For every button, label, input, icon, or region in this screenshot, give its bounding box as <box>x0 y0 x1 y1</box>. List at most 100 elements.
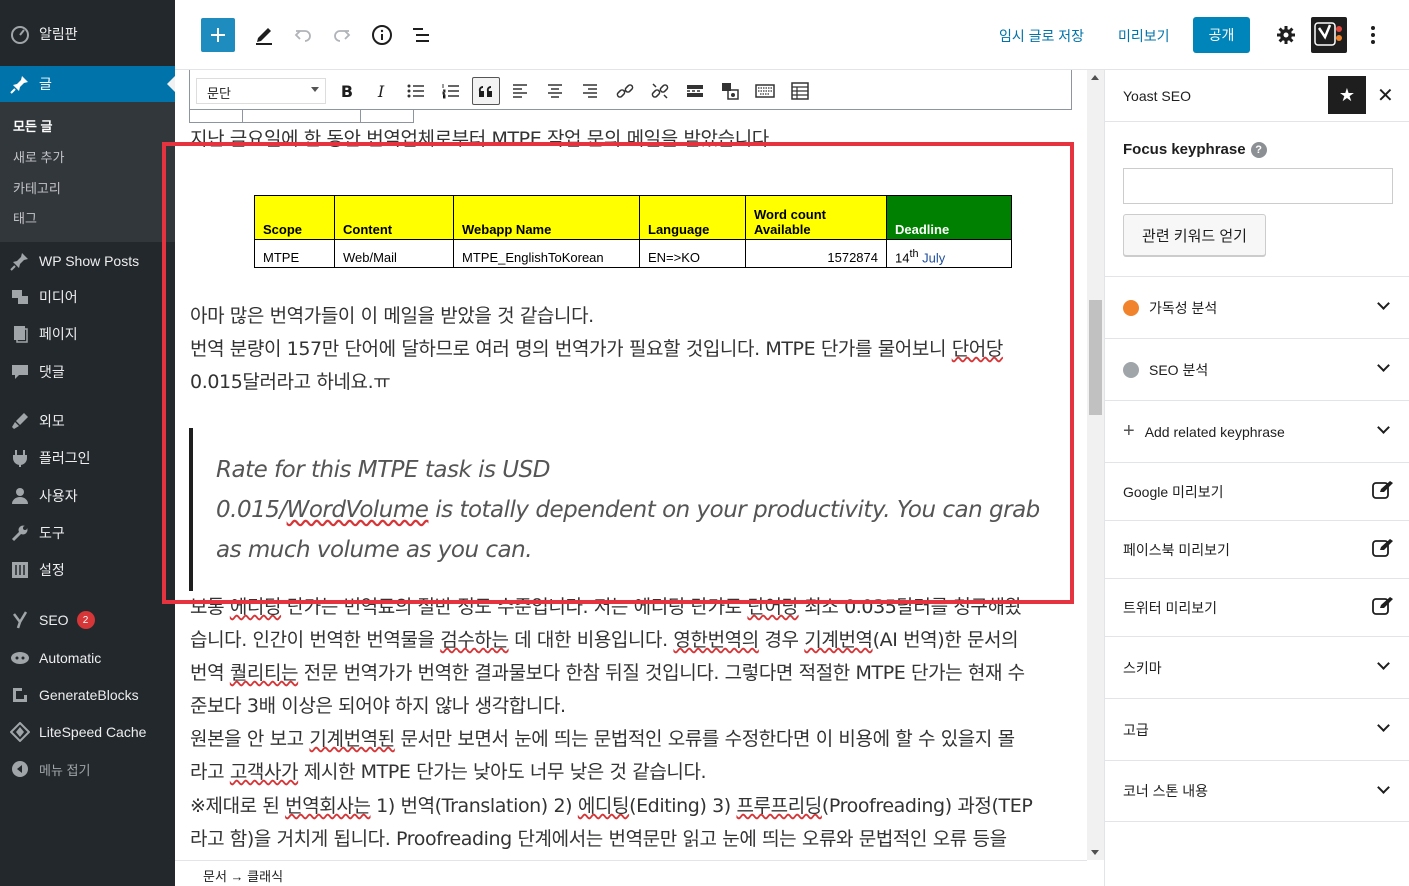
menu-pages[interactable]: 페이지 <box>0 316 175 352</box>
text-span: 문서만 보면서 눈에 띄는 문법적인 오류를 수정한다면 이 비용에 할 수 있… <box>394 728 1015 750</box>
numbered-list-icon <box>442 84 459 99</box>
add-block-button[interactable] <box>201 18 235 52</box>
menu-settings[interactable]: 설정 <box>0 552 175 588</box>
menu-appearance-label: 외모 <box>39 413 65 429</box>
paragraph[interactable]: 라고 고객사가 제시한 MTPE 단가는 낮아도 너무 낮은 것 같습니다. <box>190 756 1070 789</box>
undo-button[interactable] <box>286 18 320 52</box>
insert-link-button[interactable] <box>611 77 639 105</box>
pin-sidebar-button[interactable]: ★ <box>1328 76 1366 114</box>
editor-scrollbar[interactable] <box>1087 70 1104 860</box>
paragraph[interactable]: 원본을 안 보고 기계번역된 문서만 보면서 눈에 띄는 문법적인 오류를 수정… <box>190 723 1070 756</box>
table-header-cell: Content <box>334 195 454 240</box>
misspelled-word: WordVolume <box>286 497 429 523</box>
get-related-keyphrases-button[interactable]: 관련 키워드 얻기 <box>1123 214 1266 256</box>
intro-paragraph[interactable]: 지난 금요일에 한 동안 번역업체로부터 MTPE 작업 문의 메일을 받았습니… <box>190 123 1070 156</box>
bold-button[interactable]: B <box>333 77 361 105</box>
menu-plugins[interactable]: 플러그인 <box>0 440 175 476</box>
read-more-button[interactable] <box>681 77 709 105</box>
paragraph[interactable]: 번역 분량이 157만 단어에 달하므로 여러 명의 번역가가 필요할 것입니다… <box>190 333 1070 366</box>
details-button[interactable] <box>365 18 399 52</box>
text-span: 습니다. 인간이 번역한 번역물을 <box>190 629 441 651</box>
paragraph[interactable]: 번역 퀄리티는 전문 번역가가 번역한 결과물보다 한참 뒤질 것입니다. 그렇… <box>190 657 1070 690</box>
settings-button[interactable] <box>1269 18 1303 52</box>
scroll-down-icon[interactable] <box>1091 850 1099 855</box>
submenu-add-new[interactable]: 새로 추가 <box>13 147 64 166</box>
panel-advanced[interactable]: 고급 <box>1105 698 1409 760</box>
submenu-tags[interactable]: 태그 <box>13 208 37 227</box>
panel-seo-analysis[interactable]: SEO 분석 <box>1105 338 1409 400</box>
paragraph[interactable]: 습니다. 인간이 번역한 번역물을 검수하는 데 대한 비용입니다. 영한번역의… <box>190 624 1070 657</box>
misspelled-word: 퀄리티는 <box>229 662 299 684</box>
help-icon[interactable]: ? <box>1250 142 1267 159</box>
collapse-menu-button[interactable]: 메뉴 접기 <box>0 751 175 787</box>
preview-link[interactable]: 미리보기 <box>1118 26 1170 46</box>
redo-button[interactable] <box>325 18 359 52</box>
menu-wp-show-posts[interactable]: WP Show Posts <box>0 243 175 279</box>
menu-automatic[interactable]: Automatic <box>0 640 175 676</box>
undo-icon <box>294 30 311 42</box>
paragraph[interactable]: 0.015달러라고 하네요.ㅠ <box>190 366 1070 399</box>
submenu-categories[interactable]: 카테고리 <box>13 178 61 197</box>
menu-generateblocks[interactable]: GenerateBlocks <box>0 677 175 713</box>
unlink-icon <box>651 83 669 99</box>
table-cell-word-count: 1572874 <box>745 239 887 268</box>
blockquote-button[interactable] <box>472 77 500 105</box>
yoast-sidebar-toggle[interactable] <box>1311 17 1347 53</box>
menu-media[interactable]: 미디어 <box>0 279 175 315</box>
scroll-up-icon[interactable] <box>1091 75 1099 80</box>
paragraph[interactable]: 아마 많은 번역가들이 이 메일을 받았을 것 같습니다. <box>190 300 1070 333</box>
menu-pages-label: 페이지 <box>39 326 78 342</box>
paragraph[interactable]: 준보다 3배 이상은 되어야 하지 않나 생각합니다. <box>190 690 1070 723</box>
submenu-all-posts[interactable]: 모든 글 <box>13 116 53 135</box>
text-span: (Editing) 3) <box>629 795 737 817</box>
publish-button[interactable]: 공개 <box>1193 17 1250 53</box>
focus-keyphrase-input[interactable] <box>1123 168 1393 204</box>
misspelled-word: 검수하는 <box>440 629 509 651</box>
more-options-button[interactable] <box>1356 18 1390 52</box>
panel-cornerstone-content[interactable]: 코너 스톤 내용 <box>1105 760 1409 822</box>
paragraph[interactable]: ※제대로 된 번역회사는 1) 번역(Translation) 2) 에디팅(E… <box>190 790 1070 823</box>
yoast-icon <box>10 610 30 630</box>
menu-comments[interactable]: 댓글 <box>0 354 175 390</box>
table-button[interactable] <box>786 77 814 105</box>
menu-litespeed[interactable]: LiteSpeed Cache <box>0 714 175 750</box>
panel-schema[interactable]: 스키마 <box>1105 636 1409 698</box>
save-draft-link[interactable]: 임시 글로 저장 <box>999 26 1084 46</box>
panel-readability-analysis[interactable]: 가독성 분석 <box>1105 276 1409 338</box>
italic-button[interactable]: I <box>367 77 395 105</box>
menu-seo[interactable]: SEO 2 <box>0 602 175 638</box>
align-right-button[interactable] <box>576 77 604 105</box>
paragraph[interactable]: 라고 함)을 거치게 됩니다. Proofreading 단계에서는 번역문만 … <box>190 823 1070 856</box>
panel-google-preview[interactable]: Google 미리보기 <box>1105 462 1409 520</box>
align-left-button[interactable] <box>506 77 534 105</box>
close-sidebar-button[interactable]: ✕ <box>1377 83 1394 108</box>
blockquote[interactable]: Rate for this MTPE task is USD 0.015/Wor… <box>189 428 1069 591</box>
add-media-button[interactable] <box>716 77 744 105</box>
menu-tools[interactable]: 도구 <box>0 515 175 551</box>
bullet-list-button[interactable] <box>402 77 430 105</box>
menu-users[interactable]: 사용자 <box>0 478 175 514</box>
paragraph[interactable]: 보통 에디팅 단가는 번역료의 절반 정도 수준입니다. 저는 에디팅 단가로 … <box>190 591 1070 624</box>
text-span: is totally dependent on your productivit… <box>428 497 1040 523</box>
align-center-button[interactable] <box>541 77 569 105</box>
edit-mode-button[interactable] <box>247 18 281 52</box>
scrollbar-thumb[interactable] <box>1089 300 1102 415</box>
litespeed-icon <box>10 722 30 742</box>
menu-dashboard[interactable]: 알림판 <box>0 16 175 52</box>
panel-twitter-preview[interactable]: 트위터 미리보기 <box>1105 578 1409 636</box>
pin-icon <box>10 251 30 271</box>
numbered-list-button[interactable] <box>437 77 465 105</box>
text-span: 단가는 번역료의 절반 정도 수준입니다. 저는 에디팅 단가로 <box>281 596 748 618</box>
panel-facebook-preview[interactable]: 페이스북 미리보기 <box>1105 520 1409 578</box>
table-row: MTPE Web/Mail MTPE_EnglishToKorean EN=>K… <box>254 239 1012 268</box>
menu-posts[interactable]: 글 <box>0 66 175 102</box>
format-select[interactable]: 문단 <box>196 78 326 104</box>
yoast-sidebar-header: Yoast SEO ★ ✕ <box>1105 70 1409 122</box>
block-breadcrumb[interactable]: 문서 → 클래식 <box>175 860 1087 886</box>
panel-add-related-keyphrase[interactable]: + Add related keyphrase <box>1105 400 1409 462</box>
keyboard-shortcuts-button[interactable] <box>751 77 779 105</box>
outline-button[interactable] <box>404 18 438 52</box>
edit-icon <box>1372 481 1393 499</box>
unlink-button[interactable] <box>646 77 674 105</box>
menu-appearance[interactable]: 외모 <box>0 403 175 439</box>
